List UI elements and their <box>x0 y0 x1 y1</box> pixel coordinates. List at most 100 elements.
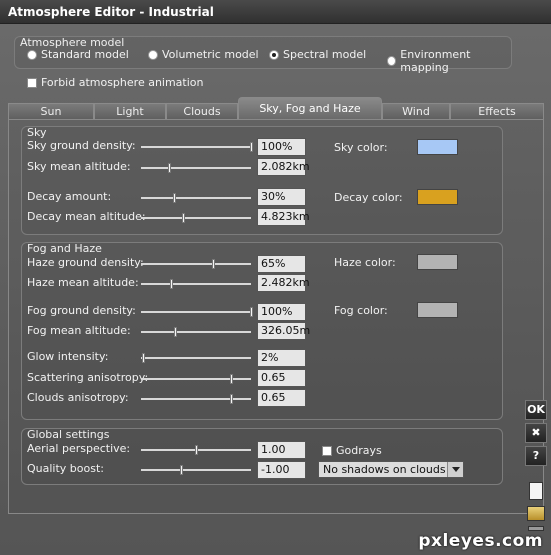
forbid-animation-checkbox[interactable]: Forbid atmosphere animation <box>27 76 204 89</box>
shadows-dropdown[interactable]: No shadows on clouds <box>318 461 464 478</box>
tab-sky-fog-haze[interactable]: Sky, Fog and Haze <box>238 97 382 119</box>
radio-label: Environment mapping <box>400 48 471 74</box>
clouds-anisotropy-label: Clouds anisotropy: <box>27 391 129 404</box>
slider-thumb[interactable] <box>181 213 185 223</box>
tab-panel: Sky Sky ground density: 100% Sky mean al… <box>8 119 544 514</box>
glow-intensity-field[interactable]: 2% <box>257 349 306 367</box>
sky-mean-altitude-label: Sky mean altitude: <box>27 160 131 173</box>
quality-boost-label: Quality boost: <box>27 462 104 475</box>
radio-icon <box>148 49 158 60</box>
checkbox-icon <box>322 445 332 456</box>
tab-sun[interactable]: Sun <box>8 103 94 119</box>
fog-mean-altitude-field[interactable]: 326.05m <box>257 322 310 340</box>
new-document-icon[interactable] <box>529 482 543 500</box>
window-title: Atmosphere Editor - Industrial <box>8 5 214 19</box>
decay-color-label: Decay color: <box>334 191 403 204</box>
slider-thumb[interactable] <box>174 327 178 337</box>
clouds-anisotropy-slider[interactable] <box>141 394 251 404</box>
quality-boost-slider[interactable] <box>141 465 251 475</box>
checkbox-icon <box>27 77 37 88</box>
quality-boost-field[interactable]: -1.00 <box>257 461 306 479</box>
aerial-perspective-slider[interactable] <box>141 445 251 455</box>
slider-thumb[interactable] <box>195 445 198 455</box>
decay-amount-slider[interactable] <box>141 193 251 203</box>
haze-mean-altitude-field[interactable]: 2.482km <box>257 274 310 292</box>
checkbox-label: Godrays <box>336 444 382 457</box>
clouds-anisotropy-field[interactable]: 0.65 <box>257 389 306 407</box>
global-settings-title: Global settings <box>27 428 110 441</box>
aerial-perspective-field[interactable]: 1.00 <box>257 441 306 459</box>
close-icon[interactable]: ✖ <box>525 423 547 443</box>
aerial-perspective-label: Aerial perspective: <box>27 442 131 455</box>
tab-light[interactable]: Light <box>94 103 166 119</box>
haze-mean-altitude-label: Haze mean altitude: <box>27 276 139 289</box>
chevron-down-icon[interactable] <box>447 462 463 477</box>
scattering-anisotropy-slider[interactable] <box>141 374 251 384</box>
global-settings-group: Global settings Aerial perspective: 1.00… <box>21 428 503 485</box>
decay-amount-field[interactable]: 30% <box>257 188 306 206</box>
decay-mean-altitude-slider[interactable] <box>141 213 251 223</box>
sky-ground-density-field[interactable]: 100% <box>257 138 306 156</box>
radio-label: Spectral model <box>283 48 367 61</box>
slider-thumb[interactable] <box>250 307 253 317</box>
sky-mean-altitude-field[interactable]: 2.082km <box>257 158 310 176</box>
slider-thumb[interactable] <box>179 465 183 475</box>
open-folder-icon[interactable] <box>527 506 545 521</box>
dropdown-value: No shadows on clouds <box>323 463 446 476</box>
fog-haze-group: Fog and Haze Haze ground density: 65% Ha… <box>21 242 503 420</box>
scattering-anisotropy-field[interactable]: 0.65 <box>257 369 306 387</box>
haze-color-swatch[interactable] <box>417 254 458 270</box>
tab-wind[interactable]: Wind <box>382 103 450 119</box>
fog-haze-group-title: Fog and Haze <box>27 242 102 255</box>
slider-thumb[interactable] <box>142 353 146 363</box>
watermark-text: pxleyes.com <box>418 531 543 551</box>
scattering-anisotropy-label: Scattering anisotropy: <box>27 371 149 384</box>
sky-color-swatch[interactable] <box>417 139 458 155</box>
tab-clouds[interactable]: Clouds <box>166 103 238 119</box>
fog-color-label: Fog color: <box>334 304 388 317</box>
fog-color-swatch[interactable] <box>417 302 458 318</box>
slider-thumb[interactable] <box>167 163 171 173</box>
glow-intensity-label: Glow intensity: <box>27 350 109 363</box>
sky-group-title: Sky <box>27 126 47 139</box>
radio-environment-mapping[interactable]: Environment mapping <box>387 48 511 74</box>
radio-spectral-model[interactable]: Spectral model <box>269 48 366 61</box>
fog-ground-density-field[interactable]: 100% <box>257 303 306 321</box>
ok-button[interactable]: OK <box>525 400 547 420</box>
haze-mean-altitude-slider[interactable] <box>141 279 251 289</box>
slider-thumb[interactable] <box>230 394 234 404</box>
slider-thumb[interactable] <box>173 193 176 203</box>
radio-label: Standard model <box>41 48 129 61</box>
radio-standard-model[interactable]: Standard model <box>27 48 129 61</box>
sky-ground-density-label: Sky ground density: <box>27 139 136 152</box>
tab-effects[interactable]: Effects <box>450 103 544 119</box>
fog-ground-density-label: Fog ground density: <box>27 304 136 317</box>
godrays-checkbox[interactable]: Godrays <box>322 444 382 457</box>
radio-icon <box>387 56 397 66</box>
radio-selected-icon <box>269 49 279 60</box>
slider-thumb[interactable] <box>230 374 234 384</box>
decay-mean-altitude-field[interactable]: 4.823km <box>257 208 310 226</box>
haze-ground-density-slider[interactable] <box>141 259 251 269</box>
decay-mean-altitude-label: Decay mean altitude: <box>27 210 146 223</box>
help-button[interactable]: ? <box>525 446 547 466</box>
sky-group: Sky Sky ground density: 100% Sky mean al… <box>21 126 503 235</box>
decay-amount-label: Decay amount: <box>27 190 112 203</box>
sky-mean-altitude-slider[interactable] <box>141 163 251 173</box>
slider-thumb[interactable] <box>169 279 173 289</box>
sky-color-label: Sky color: <box>334 141 388 154</box>
fog-mean-altitude-label: Fog mean altitude: <box>27 324 131 337</box>
radio-volumetric-model[interactable]: Volumetric model <box>148 48 259 61</box>
radio-icon <box>27 49 37 60</box>
haze-color-label: Haze color: <box>334 256 396 269</box>
glow-intensity-slider[interactable] <box>141 353 251 363</box>
decay-color-swatch[interactable] <box>417 189 458 205</box>
slider-thumb[interactable] <box>250 142 253 152</box>
haze-ground-density-field[interactable]: 65% <box>257 255 306 273</box>
slider-thumb[interactable] <box>211 259 215 269</box>
sky-ground-density-slider[interactable] <box>141 142 253 152</box>
radio-label: Volumetric model <box>162 48 259 61</box>
fog-ground-density-slider[interactable] <box>141 307 253 317</box>
fog-mean-altitude-slider[interactable] <box>141 327 251 337</box>
checkbox-label: Forbid atmosphere animation <box>41 76 204 89</box>
